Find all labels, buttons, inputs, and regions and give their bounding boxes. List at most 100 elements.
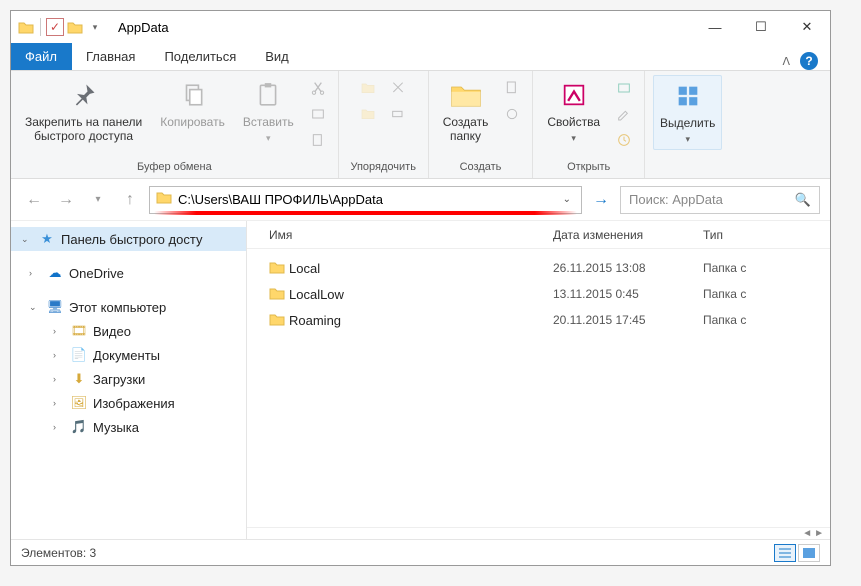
group-organize: Упорядочить [339, 71, 429, 178]
download-icon: ⬇ [71, 371, 87, 387]
folder-row[interactable]: LocalLow 13.11.2015 0:45 Папка с [247, 281, 830, 307]
file-list: Local 26.11.2015 13:08 Папка с LocalLow … [247, 249, 830, 527]
tab-view[interactable]: Вид [251, 43, 304, 70]
explorer-window: ✓ ▾ AppData — ☐ ✕ Файл Главная Поделитьс… [10, 10, 831, 566]
pin-icon [68, 79, 100, 111]
pin-to-quick-access-button[interactable]: Закрепить на панели быстрого доступа [19, 75, 148, 147]
nav-label: OneDrive [69, 266, 124, 281]
nav-this-pc[interactable]: ⌄ 🖥 Этот компьютер [11, 295, 246, 319]
properties-icon [558, 79, 590, 111]
quick-access-toolbar: ✓ ▾ [17, 18, 104, 36]
paste-shortcut-icon[interactable] [306, 129, 330, 151]
details-view-button[interactable] [774, 544, 796, 562]
nav-quick-access[interactable]: ⌄ ★ Панель быстрого досту [11, 227, 246, 251]
properties-button[interactable]: Свойства ▾ [541, 75, 606, 148]
address-bar[interactable]: C:\Users\ВАШ ПРОФИЛЬ\AppData ⌄ [149, 186, 582, 214]
chevron-down-icon[interactable]: ⌄ [29, 302, 41, 313]
group-label: Буфер обмена [19, 158, 330, 178]
nav-onedrive[interactable]: › ☁ OneDrive [11, 261, 246, 285]
minimize-button[interactable]: — [692, 11, 738, 43]
new-folder-button[interactable]: Создать папку [437, 75, 495, 147]
select-icon [672, 80, 704, 112]
item-count: Элементов: 3 [21, 546, 96, 560]
col-date[interactable]: Дата изменения [553, 228, 703, 242]
separator [40, 18, 41, 36]
file-date: 26.11.2015 13:08 [553, 261, 703, 275]
refresh-button[interactable]: → [588, 187, 614, 213]
search-placeholder: Поиск: AppData [629, 192, 723, 207]
window-controls: — ☐ ✕ [692, 11, 830, 43]
select-label: Выделить [660, 116, 715, 130]
folder-icon [269, 312, 289, 329]
rename-icon[interactable] [386, 103, 410, 125]
forward-button[interactable]: → [53, 187, 79, 213]
tab-share[interactable]: Поделиться [150, 43, 251, 70]
music-icon: 🎵 [71, 419, 87, 435]
monitor-icon: 🖥 [47, 299, 63, 315]
nav-videos[interactable]: › 🎞 Видео [11, 319, 246, 343]
nav-music[interactable]: › 🎵 Музыка [11, 415, 246, 439]
folder-icon [156, 190, 172, 209]
help-icon[interactable]: ? [800, 52, 818, 70]
open-icon[interactable] [612, 77, 636, 99]
nav-pictures[interactable]: › 🖼 Изображения [11, 391, 246, 415]
up-button[interactable]: ↑ [117, 187, 143, 213]
collapse-ribbon-icon[interactable]: ᐱ [782, 55, 790, 68]
nav-label: Видео [93, 324, 131, 339]
body: ⌄ ★ Панель быстрого досту › ☁ OneDrive ⌄… [11, 221, 830, 539]
delete-icon[interactable] [386, 77, 410, 99]
nav-label: Загрузки [93, 372, 145, 387]
address-bar-row: ← → ▾ ↑ C:\Users\ВАШ ПРОФИЛЬ\AppData ⌄ →… [11, 179, 830, 221]
tab-home[interactable]: Главная [72, 43, 150, 70]
col-name[interactable]: Имя [269, 228, 553, 242]
folder-icon-small[interactable] [66, 18, 84, 36]
nav-downloads[interactable]: › ⬇ Загрузки [11, 367, 246, 391]
highlight-underline [154, 211, 577, 215]
nav-label: Музыка [93, 420, 139, 435]
select-button[interactable]: Выделить ▾ [653, 75, 722, 150]
copy-label: Копировать [160, 115, 225, 129]
status-bar: Элементов: 3 [11, 539, 830, 565]
paste-icon [252, 79, 284, 111]
file-menu-tab[interactable]: Файл [11, 43, 72, 70]
file-name: Roaming [289, 313, 553, 328]
folder-row[interactable]: Roaming 20.11.2015 17:45 Папка с [247, 307, 830, 333]
back-button[interactable]: ← [21, 187, 47, 213]
new-item-icon[interactable] [500, 77, 524, 99]
copy-path-icon[interactable] [306, 103, 330, 125]
nav-label: Панель быстрого досту [61, 232, 202, 247]
history-icon[interactable] [612, 129, 636, 151]
search-box[interactable]: Поиск: AppData 🔍 [620, 186, 820, 214]
horizontal-scrollbar[interactable]: ◄ ► [247, 527, 830, 539]
large-icons-view-button[interactable] [798, 544, 820, 562]
close-button[interactable]: ✕ [784, 11, 830, 43]
chevron-right-icon[interactable]: › [53, 422, 65, 432]
cut-icon[interactable] [306, 77, 330, 99]
chevron-right-icon[interactable]: › [53, 398, 65, 408]
address-dropdown-icon[interactable]: ⌄ [559, 194, 575, 205]
navigation-pane: ⌄ ★ Панель быстрого досту › ☁ OneDrive ⌄… [11, 221, 247, 539]
chevron-right-icon[interactable]: › [29, 268, 41, 278]
folder-row[interactable]: Local 26.11.2015 13:08 Папка с [247, 255, 830, 281]
nav-label: Изображения [93, 396, 175, 411]
move-to-icon[interactable] [356, 77, 380, 99]
ribbon: Закрепить на панели быстрого доступа Коп… [11, 71, 830, 179]
maximize-button[interactable]: ☐ [738, 11, 784, 43]
copy-button[interactable]: Копировать [154, 75, 231, 133]
nav-documents[interactable]: › 📄 Документы [11, 343, 246, 367]
copy-to-icon[interactable] [356, 103, 380, 125]
col-type[interactable]: Тип [703, 228, 830, 242]
group-label: Открыть [541, 158, 636, 178]
easy-access-icon[interactable] [500, 103, 524, 125]
chevron-right-icon[interactable]: › [53, 326, 65, 336]
properties-label: Свойства [547, 115, 600, 129]
edit-icon[interactable] [612, 103, 636, 125]
checkbox-icon[interactable]: ✓ [46, 18, 64, 36]
paste-button[interactable]: Вставить ▾ [237, 75, 300, 148]
recent-dropdown[interactable]: ▾ [85, 187, 111, 213]
chevron-right-icon[interactable]: › [53, 350, 65, 360]
chevron-right-icon[interactable]: › [53, 374, 65, 384]
qat-dropdown-icon[interactable]: ▾ [86, 18, 104, 36]
copy-icon [177, 79, 209, 111]
chevron-down-icon[interactable]: ⌄ [21, 234, 33, 245]
